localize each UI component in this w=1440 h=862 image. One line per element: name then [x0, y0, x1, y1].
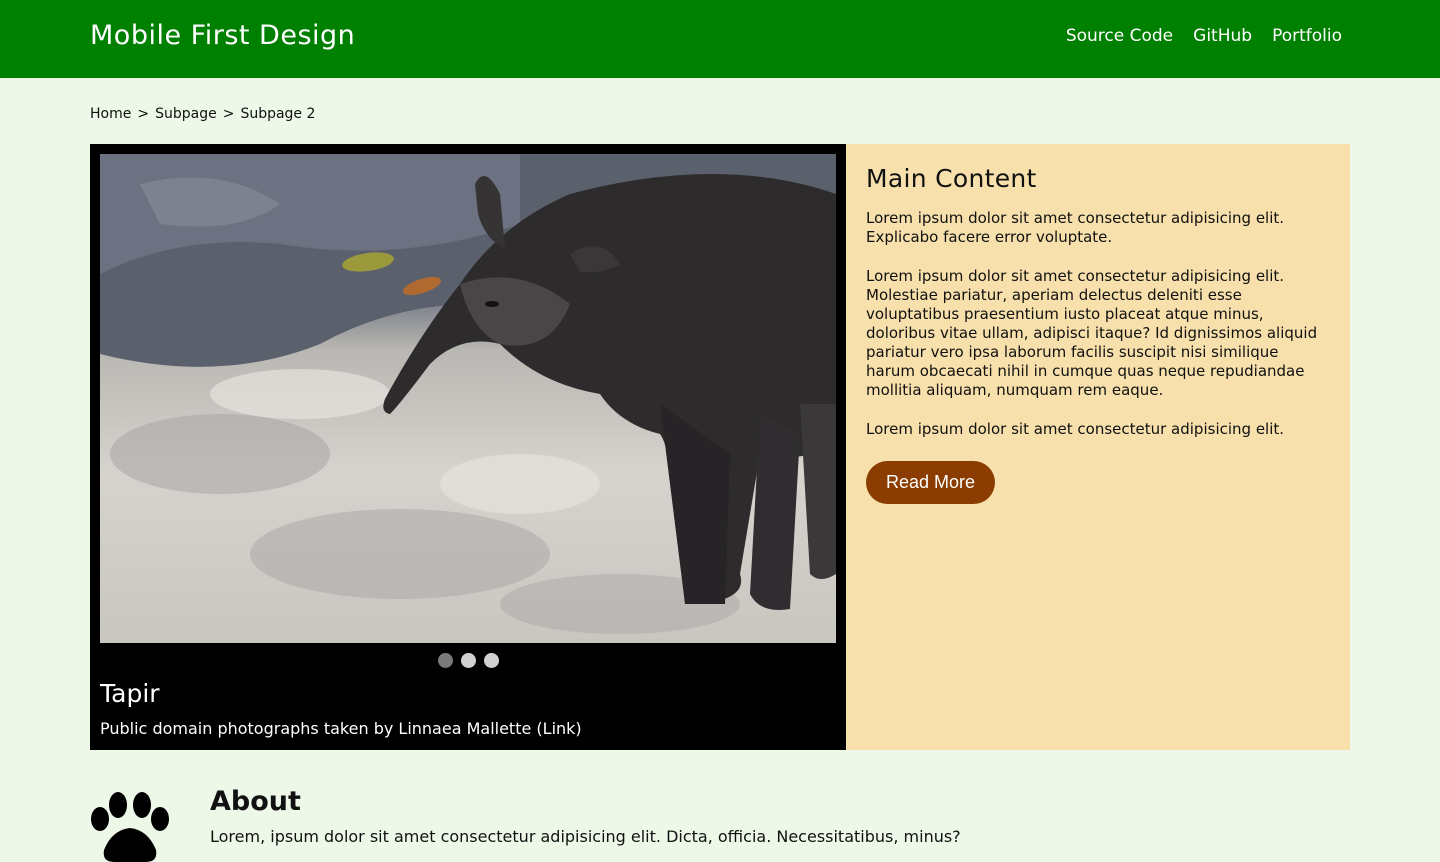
about-text: Lorem, ipsum dolor sit amet consectetur …: [210, 827, 961, 846]
read-more-button[interactable]: Read More: [866, 461, 996, 504]
slide-caption-text: Public domain photographs taken by Linna…: [100, 719, 582, 738]
slide-caption-title: Tapir: [100, 679, 160, 708]
main-heading: Main Content: [866, 164, 1037, 193]
main-paragraph-3: Lorem ipsum dolor sit amet consectetur a…: [866, 420, 1285, 438]
breadcrumb-separator: >: [222, 106, 235, 122]
site-title[interactable]: Mobile First Design: [90, 20, 355, 51]
slide-dot-1[interactable]: [437, 653, 453, 668]
breadcrumb: Home > Subpage > Subpage 2: [90, 106, 315, 122]
slide-dot-3[interactable]: [483, 653, 499, 668]
slider-dots: [90, 653, 846, 668]
about-title: About: [210, 786, 301, 817]
main-nav: Source Code GitHub Portfolio: [1066, 26, 1342, 46]
nav-link-github[interactable]: GitHub: [1193, 26, 1252, 46]
slide-caption-credit: Public domain photographs taken by Linna…: [100, 719, 532, 738]
breadcrumb-home[interactable]: Home: [90, 106, 131, 122]
main-content: Main Content Lorem ipsum dolor sit amet …: [846, 144, 1350, 750]
slide-caption-link[interactable]: (Link): [536, 719, 581, 738]
breadcrumb-current: Subpage 2: [240, 106, 316, 122]
main-paragraph-1: Lorem ipsum dolor sit amet consectetur a…: [866, 209, 1285, 246]
nav-link-portfolio[interactable]: Portfolio: [1272, 26, 1342, 46]
site-header: Mobile First Design Source Code GitHub P…: [0, 0, 1440, 78]
nav-link-source-code[interactable]: Source Code: [1066, 26, 1173, 46]
main-paragraph-2: Lorem ipsum dolor sit amet consectetur a…: [866, 267, 1318, 399]
slide-dot-2[interactable]: [460, 653, 476, 668]
tapir-photo: [100, 154, 836, 643]
breadcrumb-subpage[interactable]: Subpage: [155, 106, 217, 122]
image-slider: Tapir Public domain photographs taken by…: [90, 144, 846, 750]
breadcrumb-separator: >: [137, 106, 150, 122]
paw-icon: [90, 792, 170, 862]
tapir-illustration: [100, 154, 836, 634]
